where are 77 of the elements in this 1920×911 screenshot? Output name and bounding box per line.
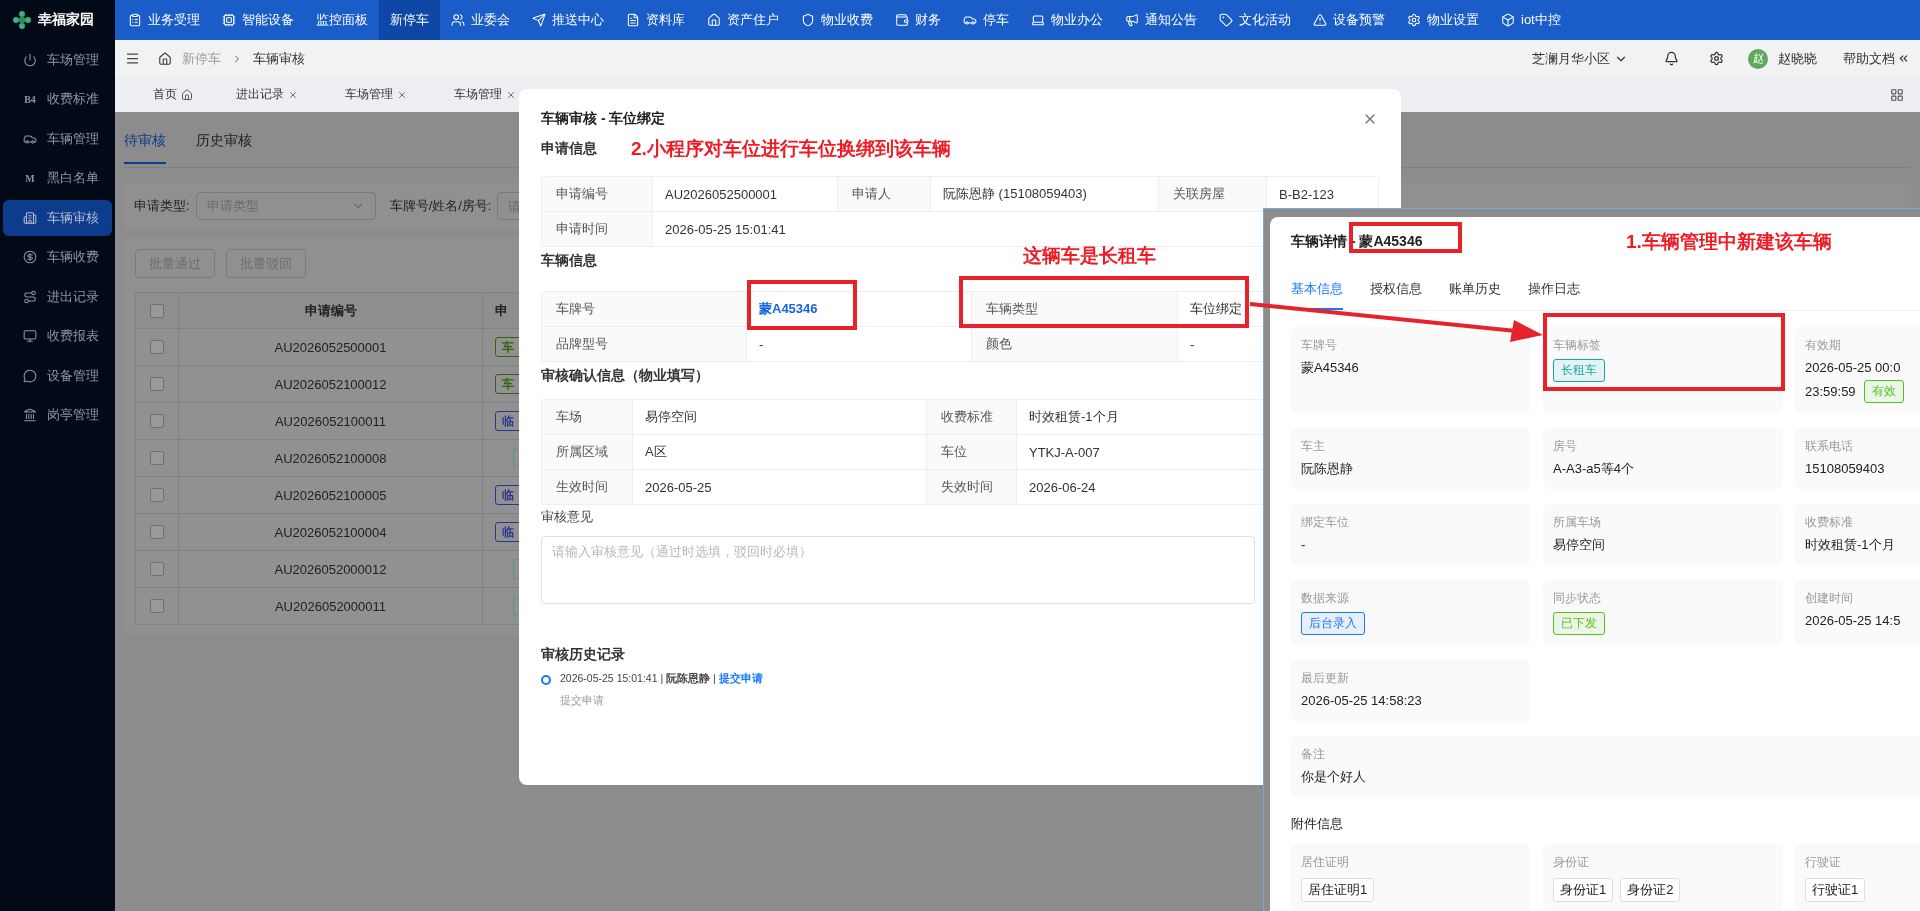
field-value: 阮陈恩静 (15108059403) — [931, 177, 1159, 212]
table-cell: AU2026052000012 — [179, 550, 483, 587]
info-label: 联系电话 — [1805, 438, 1854, 454]
field-label: 车场 — [542, 400, 633, 435]
field-label: 申请时间 — [542, 212, 653, 247]
info-value: A-A3-a5等4个 — [1553, 460, 1634, 478]
menu-glyph: M — [24, 172, 36, 184]
info-label: 数据来源 — [1301, 590, 1350, 606]
field-label: 品牌型号 — [542, 327, 747, 362]
section-heading: 审核历史记录 — [541, 646, 625, 664]
section-heading: 审核确认信息（物业填写） — [541, 367, 709, 385]
status-tag: 已下发 — [1553, 612, 1605, 635]
table-cell: AU2026052100008 — [179, 439, 483, 476]
field-value: - — [747, 327, 972, 362]
field-value: 易停空间 — [633, 400, 927, 435]
info-value: 你是个好人 — [1301, 768, 1366, 786]
field-value: 2026-05-25 — [633, 470, 927, 505]
table-cell: AU2026052500001 — [179, 328, 483, 365]
info-label: 最后更新 — [1301, 670, 1350, 686]
info-label: 身份证 — [1553, 854, 1590, 870]
field-label: 颜色 — [972, 327, 1178, 362]
annotation-text: 2.小程序对车位进行车位换绑到该车辆 — [631, 137, 951, 161]
table-cell: AU2026052100011 — [179, 402, 483, 439]
field-label: 申请编号 — [542, 177, 653, 212]
info-label: 收费标准 — [1805, 514, 1854, 530]
annotation-text: 这辆车是长租车 — [1023, 244, 1156, 268]
info-value: 2026-05-25 14:58:23 — [1301, 692, 1422, 710]
info-label: 备注 — [1301, 746, 1326, 762]
field-label: 失效时间 — [927, 470, 1017, 505]
status-tag: 长租车 — [1553, 359, 1605, 382]
info-label: 同步状态 — [1553, 590, 1602, 606]
field-label: 生效时间 — [542, 470, 633, 505]
filter-label: 车牌号/姓名/房号: — [389, 197, 492, 215]
info-value: 2026-05-25 00:0 — [1805, 359, 1901, 377]
info-label: 所属车场 — [1553, 514, 1602, 530]
menu-glyph: B4 — [23, 93, 37, 105]
field-label: 审核意见 — [541, 508, 593, 526]
info-value: 易停空间 — [1553, 536, 1605, 554]
history-action: 提交申请 — [718, 672, 763, 686]
field-label: 关联房屋 — [1159, 177, 1267, 212]
info-value: 蒙A45346 — [1301, 359, 1359, 377]
info-value: - — [1301, 536, 1306, 554]
field-label: 所属区域 — [542, 435, 633, 470]
table-cell: AU2026052100004 — [179, 513, 483, 550]
info-label: 创建时间 — [1805, 590, 1854, 606]
info-label: 车辆标签 — [1553, 337, 1602, 353]
section-heading: 附件信息 — [1291, 815, 1344, 833]
filter-label: 申请类型: — [134, 197, 190, 215]
field-value: AU2026052500001 — [653, 177, 838, 212]
field-label: 车位 — [927, 435, 1017, 470]
table-cell: AU2026052100005 — [179, 476, 483, 513]
info-value: 2026-05-25 14:5 — [1805, 612, 1901, 630]
info-label: 有效期 — [1805, 337, 1842, 353]
info-label: 房号 — [1553, 438, 1578, 454]
history-note: 提交申请 — [560, 694, 604, 708]
table-cell: AU2026052000011 — [179, 587, 483, 624]
table-cell: AU2026052100012 — [179, 365, 483, 402]
info-value: 15108059403 — [1805, 460, 1885, 478]
field-label: 申请人 — [838, 177, 931, 212]
info-label: 车牌号 — [1301, 337, 1338, 353]
info-label: 绑定车位 — [1301, 514, 1350, 530]
info-label: 车主 — [1301, 438, 1326, 454]
section-heading: 申请信息 — [541, 140, 597, 158]
field-label: 收费标准 — [927, 400, 1017, 435]
info-label: 居住证明 — [1301, 854, 1350, 870]
dialog-title: 车辆审核 - 车位绑定 — [541, 110, 666, 128]
annotation-text: 1.车辆管理中新建该车辆 — [1626, 230, 1833, 254]
status-tag: 有效 — [1863, 380, 1904, 403]
info-label: 行驶证 — [1805, 854, 1842, 870]
field-label: 车牌号 — [542, 292, 747, 327]
section-heading: 车辆信息 — [541, 252, 597, 270]
field-value: A区 — [633, 435, 927, 470]
info-value: 时效租赁-1个月 — [1805, 536, 1895, 554]
status-tag: 后台录入 — [1301, 612, 1365, 635]
info-value: 23:59:59 — [1805, 382, 1856, 401]
app-logo-text: 幸福家园 — [38, 11, 94, 29]
history-entry: 2026-05-25 15:01:41 | 阮陈恩静 | — [560, 672, 716, 686]
